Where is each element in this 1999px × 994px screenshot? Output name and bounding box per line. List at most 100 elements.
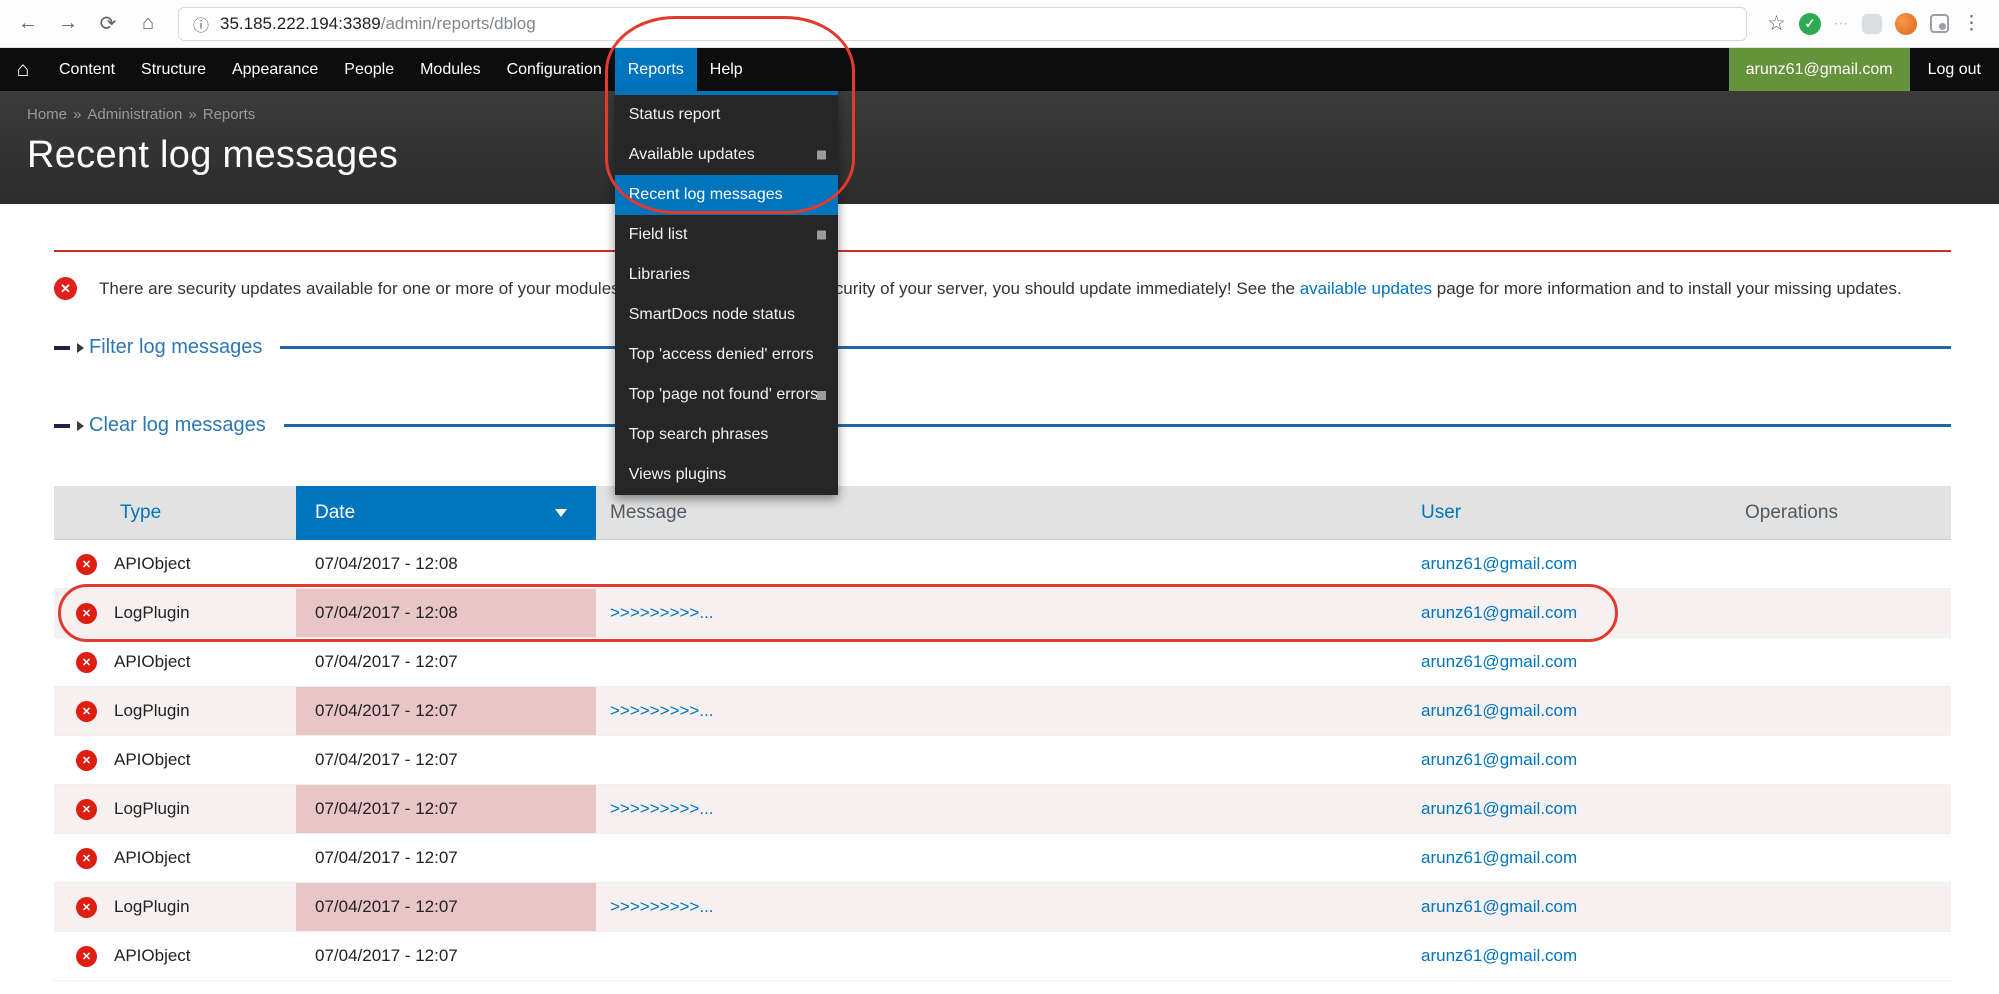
type-cell: ✕LogPlugin xyxy=(54,701,296,722)
sort-by-type-link[interactable]: Type xyxy=(120,502,161,523)
submenu-marker-icon xyxy=(817,151,826,160)
url-host: 35.185.222.194:3389 xyxy=(220,14,381,33)
user-cell: arunz61@gmail.com xyxy=(1403,848,1735,868)
column-header-type: Type xyxy=(54,502,296,524)
column-header-date[interactable]: Date xyxy=(296,486,596,540)
toolbar-item-reports[interactable]: Reports Status report Available updates … xyxy=(615,48,697,91)
menu-item-top-page-not-found[interactable]: Top 'page not found' errors xyxy=(615,375,838,415)
clear-log-messages-fieldset[interactable]: Clear log messages xyxy=(54,414,1951,437)
drupal-home-icon[interactable]: ⌂ xyxy=(0,48,46,91)
user-cell: arunz61@gmail.com xyxy=(1403,750,1735,770)
menu-item-recent-log-messages[interactable]: Recent log messages xyxy=(615,175,838,215)
date-cell: 07/04/2017 - 12:07 xyxy=(296,687,596,735)
collapsed-arrow-icon xyxy=(77,343,84,353)
toolbar-item-help[interactable]: Help xyxy=(697,48,756,91)
filter-fieldset-label[interactable]: Filter log messages xyxy=(89,336,262,359)
type-cell: ✕APIObject xyxy=(54,848,296,869)
menu-item-field-list[interactable]: Field list xyxy=(615,215,838,255)
logout-button[interactable]: Log out xyxy=(1910,48,1999,91)
back-icon[interactable]: ← xyxy=(10,6,46,42)
user-link[interactable]: arunz61@gmail.com xyxy=(1421,750,1577,769)
breadcrumb-reports[interactable]: Reports xyxy=(203,106,256,123)
extension-orange-icon[interactable] xyxy=(1895,13,1917,35)
date-cell: 07/04/2017 - 12:07 xyxy=(296,932,596,980)
message-link[interactable]: >>>>>>>>>... xyxy=(610,897,714,916)
type-cell: ✕APIObject xyxy=(54,750,296,771)
type-cell: ✕APIObject xyxy=(54,554,296,575)
error-icon: ✕ xyxy=(76,848,97,869)
toolbar-item-content[interactable]: Content xyxy=(46,48,128,91)
reload-icon[interactable]: ⟳ xyxy=(90,6,126,42)
bookmark-star-icon[interactable]: ☆ xyxy=(1767,11,1786,36)
menu-item-label: Available updates xyxy=(629,146,755,163)
user-link[interactable]: arunz61@gmail.com xyxy=(1421,554,1577,573)
user-link[interactable]: arunz61@gmail.com xyxy=(1421,652,1577,671)
type-label: APIObject xyxy=(114,750,191,770)
type-cell: ✕APIObject xyxy=(54,652,296,673)
breadcrumb-administration[interactable]: Administration xyxy=(87,106,182,123)
filter-log-messages-fieldset[interactable]: Filter log messages xyxy=(54,336,1951,359)
user-cell: arunz61@gmail.com xyxy=(1403,603,1735,623)
user-link[interactable]: arunz61@gmail.com xyxy=(1421,701,1577,720)
admin-toolbar: ⌂ Content Structure Appearance People Mo… xyxy=(0,48,1999,91)
extension-grey-icon[interactable] xyxy=(1862,14,1882,34)
user-link[interactable]: arunz61@gmail.com xyxy=(1421,603,1577,622)
extension-frame-icon[interactable] xyxy=(1930,14,1949,33)
date-cell: 07/04/2017 - 12:07 xyxy=(296,883,596,931)
type-label: APIObject xyxy=(114,946,191,966)
toolbar-item-appearance[interactable]: Appearance xyxy=(219,48,331,91)
toolbar-item-configuration[interactable]: Configuration xyxy=(494,48,615,91)
extension-overflow-icon[interactable]: ⋯ xyxy=(1834,15,1849,32)
extension-check-icon[interactable]: ✓ xyxy=(1799,13,1821,35)
message-link[interactable]: >>>>>>>>>... xyxy=(610,701,714,720)
clear-fieldset-label[interactable]: Clear log messages xyxy=(89,414,266,437)
user-link[interactable]: arunz61@gmail.com xyxy=(1421,799,1577,818)
sort-by-user-link[interactable]: User xyxy=(1421,502,1461,523)
browser-actions: ☆ ✓ ⋯ ⋮ xyxy=(1759,11,1989,36)
menu-item-libraries[interactable]: Libraries xyxy=(615,255,838,295)
breadcrumb-home[interactable]: Home xyxy=(27,106,67,123)
url-text: 35.185.222.194:3389/admin/reports/dblog xyxy=(220,14,536,34)
user-link[interactable]: arunz61@gmail.com xyxy=(1421,946,1577,965)
message-link[interactable]: >>>>>>>>>... xyxy=(610,603,714,622)
menu-item-status-report[interactable]: Status report xyxy=(615,95,838,135)
main-content: ✕ There are security updates available f… xyxy=(0,250,1999,981)
menu-item-label: Top 'page not found' errors xyxy=(629,386,818,403)
account-badge[interactable]: arunz61@gmail.com xyxy=(1729,48,1910,91)
log-messages-table: Type Date Message User Operations ✕APIOb… xyxy=(54,486,1951,981)
forward-icon[interactable]: → xyxy=(50,6,86,42)
user-cell: arunz61@gmail.com xyxy=(1403,652,1735,672)
site-info-icon[interactable]: ⓘ xyxy=(193,12,209,36)
toolbar-item-structure[interactable]: Structure xyxy=(128,48,219,91)
toolbar-item-modules[interactable]: Modules xyxy=(407,48,493,91)
message-cell: >>>>>>>>>... xyxy=(596,897,1403,917)
home-icon[interactable]: ⌂ xyxy=(130,6,166,42)
menu-item-available-updates[interactable]: Available updates xyxy=(615,135,838,175)
date-cell: 07/04/2017 - 12:07 xyxy=(296,785,596,833)
type-label: LogPlugin xyxy=(114,701,190,721)
toolbar-item-reports-label: Reports xyxy=(628,61,684,79)
table-row: ✕LogPlugin 07/04/2017 - 12:08 >>>>>>>>>.… xyxy=(54,589,1951,638)
collapsed-arrow-icon xyxy=(77,421,84,431)
error-icon: ✕ xyxy=(76,554,97,575)
date-cell: 07/04/2017 - 12:07 xyxy=(296,834,596,882)
user-cell: arunz61@gmail.com xyxy=(1403,701,1735,721)
address-bar[interactable]: ⓘ 35.185.222.194:3389/admin/reports/dblo… xyxy=(178,7,1747,41)
menu-item-top-search-phrases[interactable]: Top search phrases xyxy=(615,415,838,455)
toolbar-item-people[interactable]: People xyxy=(331,48,407,91)
user-link[interactable]: arunz61@gmail.com xyxy=(1421,897,1577,916)
available-updates-link[interactable]: available updates xyxy=(1300,279,1432,298)
menu-item-top-access-denied[interactable]: Top 'access denied' errors xyxy=(615,335,838,375)
menu-item-smartdocs-node-status[interactable]: SmartDocs node status xyxy=(615,295,838,335)
breadcrumb-separator: » xyxy=(188,106,196,123)
date-cell: 07/04/2017 - 12:07 xyxy=(296,736,596,784)
table-row: ✕APIObject 07/04/2017 - 12:07 arunz61@gm… xyxy=(54,932,1951,981)
menu-item-views-plugins[interactable]: Views plugins xyxy=(615,455,838,495)
browser-menu-icon[interactable]: ⋮ xyxy=(1962,12,1981,35)
column-header-message: Message xyxy=(596,502,1403,524)
user-link[interactable]: arunz61@gmail.com xyxy=(1421,848,1577,867)
menu-item-label: Field list xyxy=(629,226,688,243)
fieldset-dash xyxy=(54,346,70,350)
table-row: ✕LogPlugin 07/04/2017 - 12:07 >>>>>>>>>.… xyxy=(54,785,1951,834)
message-link[interactable]: >>>>>>>>>... xyxy=(610,799,714,818)
